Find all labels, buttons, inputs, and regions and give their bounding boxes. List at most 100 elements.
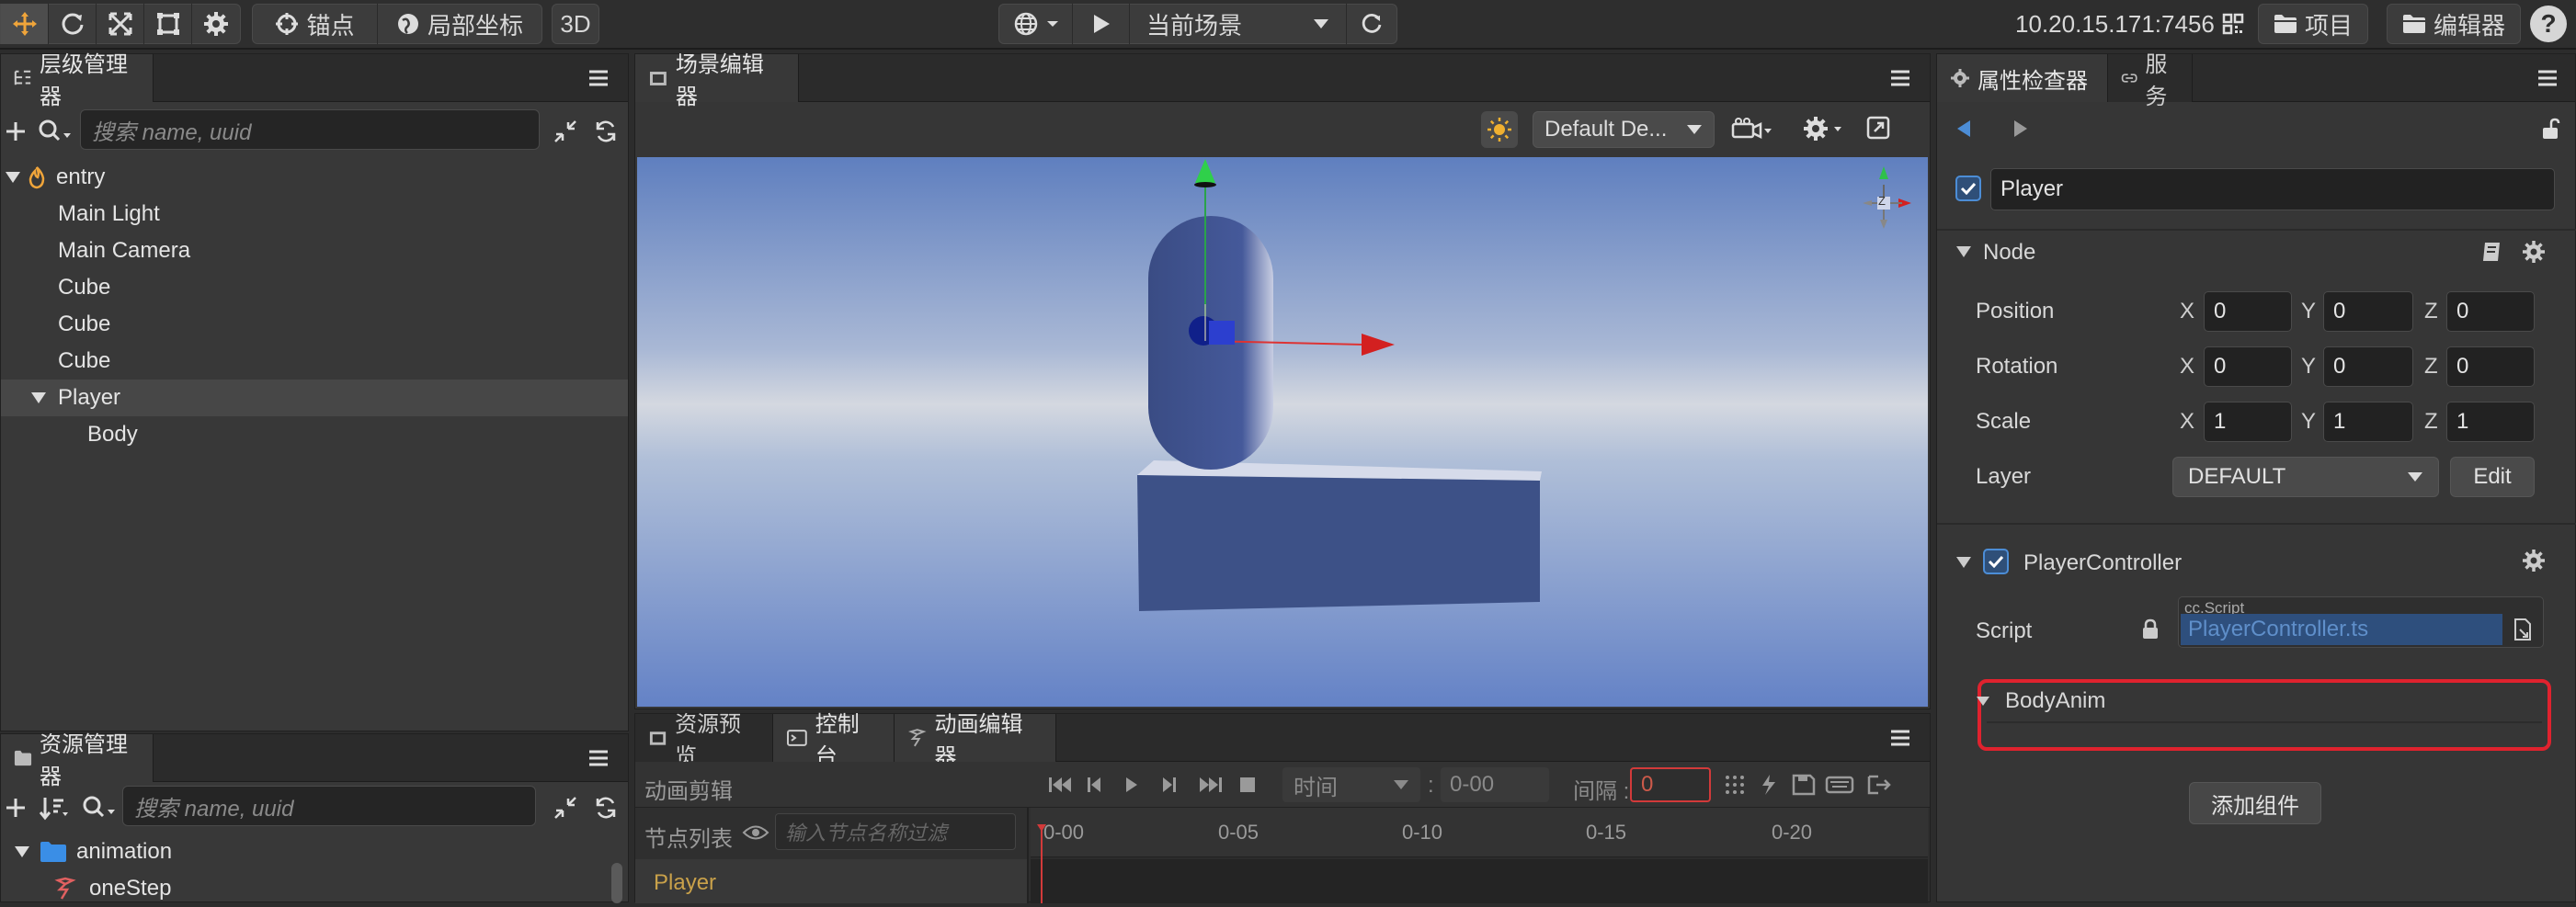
position-x-input[interactable]: 0 [2204,291,2292,332]
scene-viewport[interactable]: Z [637,157,1928,707]
back-arrow-icon[interactable] [1955,119,1972,139]
scale-y-input[interactable]: 1 [2323,402,2413,442]
tree-item-body[interactable]: Body [1,416,628,453]
search-icon[interactable] [82,795,119,821]
menu-icon[interactable] [586,745,611,771]
time-input[interactable]: 0-00 [1441,767,1549,802]
help-button[interactable]: ? [2530,6,2567,42]
tab-hierarchy[interactable]: 层级管理器 [1,52,154,109]
search-type-button[interactable] [38,111,78,152]
book-icon[interactable] [2479,240,2503,264]
eye-icon[interactable] [742,822,769,843]
gear-icon[interactable] [2522,240,2546,264]
chevron-down-icon[interactable] [30,391,47,404]
scale-tool-button[interactable] [97,4,144,44]
menu-icon[interactable] [1887,725,1913,751]
position-z-input[interactable]: 0 [2446,291,2535,332]
play-button[interactable] [1073,4,1130,44]
server-address[interactable]: 10.20.15.171:7456 [2015,7,2244,40]
component-enabled-checkbox[interactable] [1983,549,2009,574]
camera-select[interactable]: Default De... [1533,111,1715,148]
animation-tools[interactable] [1724,773,1922,797]
collapse-all-icon[interactable] [553,795,578,821]
rotation-y-input[interactable]: 0 [2323,346,2413,387]
chevron-down-icon[interactable] [1955,556,1972,569]
scene-light-toggle[interactable] [1481,111,1518,148]
collapse-all-icon[interactable] [553,119,578,144]
layer-edit-button[interactable]: Edit [2450,457,2535,497]
local-coord-button[interactable]: 局部坐标 [378,4,541,44]
menu-icon[interactable] [586,65,611,91]
asset-item-animation[interactable]: animation [1,833,628,870]
rotation-z-input[interactable]: 0 [2446,346,2535,387]
platform-select[interactable] [999,4,1073,44]
tab-animation-editor[interactable]: 动画编辑器 [895,712,1056,769]
tree-item-label: Main Light [58,201,160,226]
node-active-checkbox[interactable] [1955,176,1981,201]
body-anim-label[interactable]: BodyAnim [2005,688,2105,714]
assets-scrollbar[interactable] [611,863,622,903]
asset-item-onestep[interactable]: oneStep [1,870,628,907]
tab-inspector[interactable]: 属性检查器 [1937,54,2108,102]
interval-input[interactable]: 0 [1630,767,1711,802]
menu-icon[interactable] [2535,65,2560,91]
tab-services[interactable]: 服务 [2108,52,2193,109]
lock-icon [2143,618,2158,639]
chevron-down-icon[interactable] [14,845,30,858]
hierarchy-search-input[interactable]: 搜索 name, uuid [80,109,540,150]
assets-search-input[interactable]: 搜索 name, uuid [122,786,536,826]
tree-item-cube[interactable]: Cube [1,306,628,343]
tree-item-cube[interactable]: Cube [1,269,628,306]
rotate-tool-button[interactable] [49,4,97,44]
transform-settings-button[interactable] [192,4,240,44]
gear-icon[interactable] [2522,549,2546,573]
chevron-down-icon[interactable] [1955,245,1972,258]
scale-x-input[interactable]: 1 [2204,402,2292,442]
sort-icon[interactable] [38,795,71,821]
rotation-x-input[interactable]: 0 [2204,346,2292,387]
add-node-button[interactable] [5,111,30,152]
refresh-button[interactable] [1347,4,1396,44]
project-button[interactable]: 项目 [2258,4,2368,44]
tree-item-entry[interactable]: entry [1,159,628,196]
plus-icon[interactable] [5,797,27,819]
camera-icon[interactable] [1731,117,1775,142]
refresh-icon[interactable] [593,795,619,821]
tab-console[interactable]: 控制台 [773,712,895,769]
move-tool-button[interactable] [1,4,49,44]
timeline-track[interactable] [1031,859,1928,903]
chevron-down-icon[interactable] [1976,696,1990,707]
tree-item-cube[interactable]: Cube [1,343,628,380]
chevron-down-icon[interactable] [5,171,21,184]
editor-button[interactable]: 编辑器 [2387,4,2521,44]
scale-z-input[interactable]: 1 [2446,402,2535,442]
rect-tool-button[interactable] [144,4,192,44]
menu-icon[interactable] [1887,65,1913,91]
lock-icon[interactable] [2540,117,2564,141]
script-field[interactable]: cc.Script PlayerController.ts [2178,596,2544,648]
node-name-input[interactable]: Player [1990,168,2555,210]
add-component-button[interactable]: 添加组件 [2189,782,2321,824]
scene-select[interactable]: 当前场景 [1130,4,1347,44]
tab-asset-preview[interactable]: 资源预览 [635,712,773,769]
playhead[interactable] [1036,821,1047,903]
mode-3d-button[interactable]: 3D [552,4,599,44]
gear-icon[interactable] [1803,115,1847,142]
tree-item-main-light[interactable]: Main Light [1,196,628,232]
time-unit-select[interactable]: 时间 [1282,767,1420,802]
refresh-icon[interactable] [593,119,619,144]
tree-item-main-camera[interactable]: Main Camera [1,232,628,269]
anchor-button[interactable]: 锚点 [253,4,378,44]
node-filter-input[interactable]: 输入节点名称过滤 [775,813,1016,850]
node-row-player[interactable]: Player [635,859,1027,903]
playback-controls[interactable] [1047,773,1277,797]
timeline[interactable]: 0-00 0-05 0-10 0-15 0-20 [1031,808,1928,903]
locate-file-icon[interactable] [2512,618,2534,641]
tree-item-player[interactable]: Player [1,380,628,416]
layer-select[interactable]: DEFAULT [2172,457,2439,497]
forward-arrow-icon[interactable] [2012,119,2029,139]
maximize-icon[interactable] [1865,115,1891,141]
tab-scene[interactable]: 场景编辑器 [635,52,799,109]
tab-assets[interactable]: 资源管理器 [1,732,154,789]
position-y-input[interactable]: 0 [2323,291,2413,332]
